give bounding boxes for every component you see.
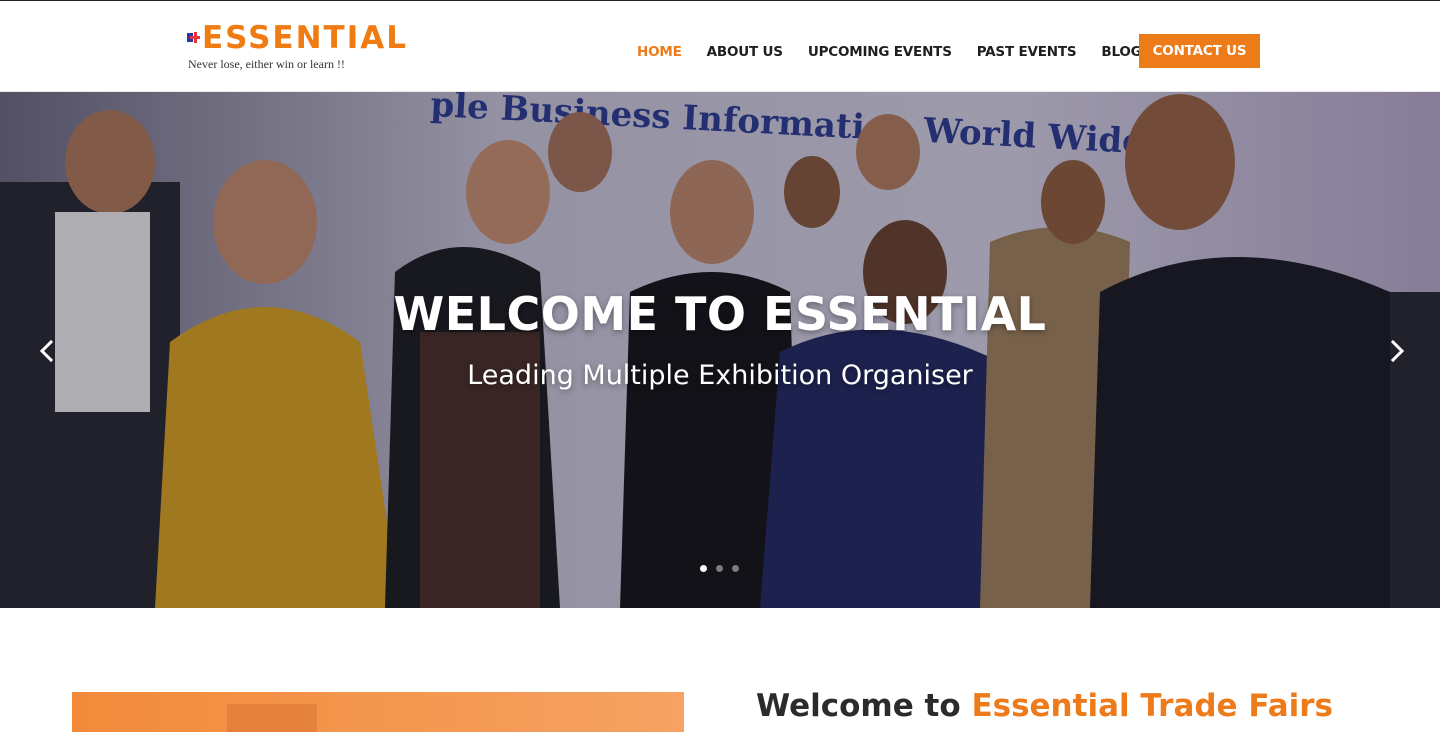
slider-dot-1[interactable] <box>700 565 707 572</box>
site-logo[interactable]: ESSENTIAL Never lose, either win or lear… <box>186 20 416 73</box>
hero-title: WELCOME TO ESSENTIAL <box>393 287 1047 341</box>
slider-dot-3[interactable] <box>732 565 739 572</box>
chevron-left-icon[interactable] <box>34 338 60 364</box>
nav-home[interactable]: HOME <box>637 44 682 60</box>
nav-about-us[interactable]: ABOUT US <box>707 44 783 60</box>
hero-subtitle: Leading Multiple Exhibition Organiser <box>467 360 973 391</box>
contact-us-button[interactable]: CONTACT US <box>1139 34 1260 68</box>
logo-wordmark: ESSENTIAL <box>202 20 408 56</box>
chevron-right-icon[interactable] <box>1384 338 1410 364</box>
main-nav: HOME ABOUT US UPCOMING EVENTS PAST EVENT… <box>624 34 1260 69</box>
hero-slider: ple Business Information World Wide WELC… <box>0 92 1440 608</box>
about-image <box>72 692 684 732</box>
slider-dot-2[interactable] <box>716 565 723 572</box>
hero-overlay <box>0 92 1440 608</box>
logo-tagline: Never lose, either win or learn !! <box>188 57 345 71</box>
nav-blog[interactable]: BLOG <box>1101 44 1141 60</box>
nav-upcoming-events[interactable]: UPCOMING EVENTS <box>808 44 952 60</box>
logo-cross-icon <box>187 29 200 46</box>
about-title-accent: Essential Trade Fairs <box>971 688 1334 724</box>
site-header: ESSENTIAL Never lose, either win or lear… <box>0 1 1440 92</box>
slider-dots <box>700 565 739 572</box>
about-title-prefix: Welcome to <box>756 688 972 724</box>
about-title: Welcome to Essential Trade Fairs <box>756 688 1333 724</box>
nav-past-events[interactable]: PAST EVENTS <box>977 44 1077 60</box>
